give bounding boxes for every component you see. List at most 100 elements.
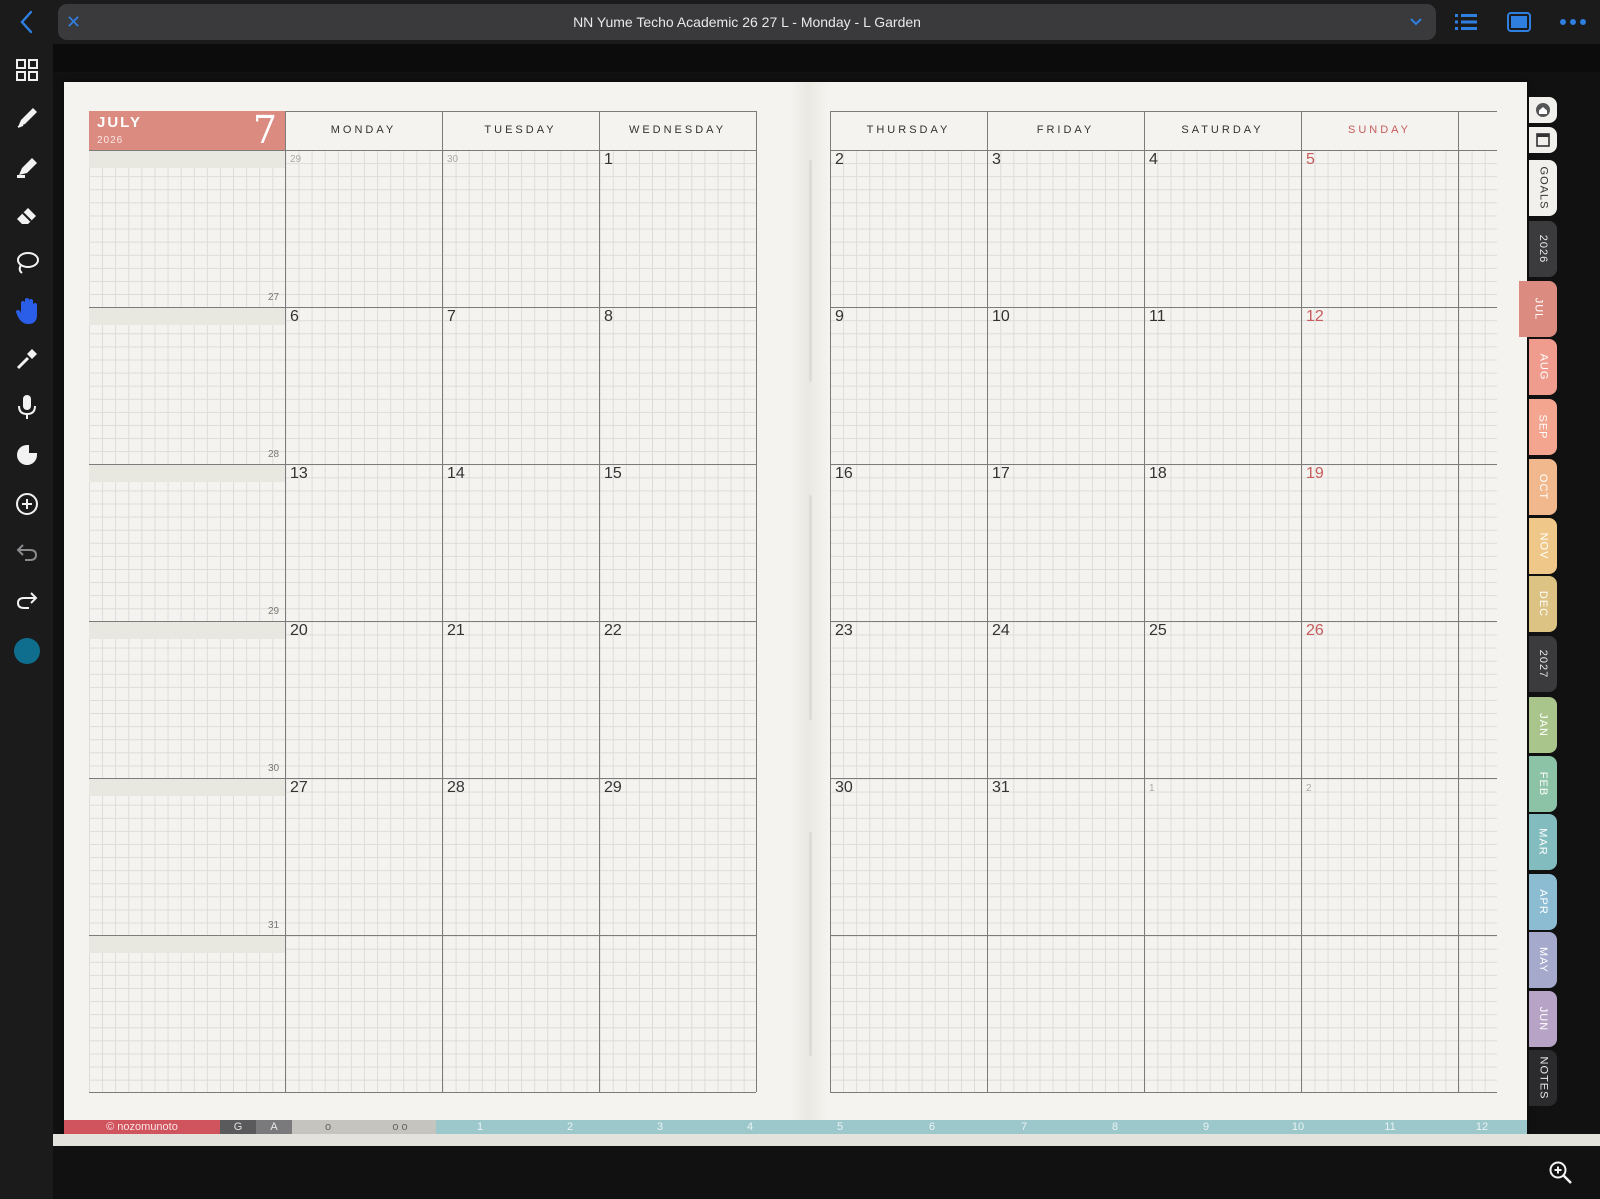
bottom-month-number[interactable]: 10 <box>1288 1120 1308 1134</box>
day-number[interactable]: 31 <box>992 779 1010 797</box>
day-number[interactable]: 30 <box>835 779 853 797</box>
sticker-icon[interactable] <box>10 438 44 472</box>
day-number[interactable]: 11 <box>1149 308 1166 326</box>
grid-line <box>756 111 757 1092</box>
color-dot-icon[interactable] <box>10 634 44 668</box>
day-number[interactable]: 3 <box>992 151 1001 169</box>
eyedropper-icon[interactable] <box>10 342 44 376</box>
side-tab-oct[interactable]: OCT <box>1529 459 1557 515</box>
bottom-month-number[interactable]: 11 <box>1380 1120 1400 1134</box>
add-icon[interactable] <box>10 487 44 521</box>
bottom-month-number[interactable]: 1 <box>470 1120 490 1134</box>
bottom-month-number[interactable]: 12 <box>1472 1120 1492 1134</box>
day-number[interactable]: 16 <box>835 465 853 483</box>
day-number[interactable]: 4 <box>1149 151 1158 169</box>
month-header[interactable]: JULY 2026 7 <box>89 108 285 152</box>
bottom-letter-tab[interactable]: G <box>220 1120 256 1134</box>
document-title-bar[interactable]: ✕ NN Yume Techo Academic 26 27 L - Monda… <box>58 4 1436 40</box>
side-tab-dec[interactable]: DEC <box>1529 576 1557 632</box>
side-tab-goals[interactable]: GOALS <box>1529 160 1557 216</box>
side-tab-jan[interactable]: JAN <box>1529 697 1557 753</box>
week-strip <box>89 935 285 953</box>
day-number[interactable]: 2 <box>835 151 844 169</box>
bottom-month-number[interactable]: 7 <box>1014 1120 1034 1134</box>
side-tab-aug[interactable]: AUG <box>1529 339 1557 395</box>
canvas-top-margin <box>53 44 1600 72</box>
bottom-month-number[interactable]: 2 <box>560 1120 580 1134</box>
highlighter-icon[interactable] <box>10 150 44 184</box>
eraser-icon[interactable] <box>10 198 44 232</box>
pen-icon[interactable] <box>10 101 44 135</box>
day-number[interactable]: 23 <box>835 622 853 640</box>
bottom-month-number[interactable]: 4 <box>740 1120 760 1134</box>
lasso-icon[interactable] <box>10 246 44 280</box>
side-tab-feb[interactable]: FEB <box>1529 756 1557 812</box>
page-view-icon[interactable] <box>1506 10 1532 34</box>
day-number[interactable]: 10 <box>992 308 1010 326</box>
zoom-icon[interactable] <box>1548 1160 1574 1186</box>
week-number: 28 <box>268 449 280 460</box>
side-tab-nov[interactable]: NOV <box>1529 518 1557 574</box>
bottom-month-number[interactable]: 3 <box>650 1120 670 1134</box>
spine-clip <box>809 495 812 720</box>
day-number[interactable]: 30 <box>447 154 458 165</box>
day-number[interactable]: 1 <box>1149 783 1155 794</box>
side-tab-2027[interactable]: 2027 <box>1529 636 1557 692</box>
week-strip <box>89 778 285 796</box>
bottom-index-bar: © nozomunoto G A o o o 1 2 3 4 5 6 7 8 9… <box>64 1120 1527 1134</box>
day-number[interactable]: 29 <box>604 779 622 797</box>
day-number[interactable]: 29 <box>290 154 301 165</box>
side-tab-mar[interactable]: MAR <box>1529 814 1557 870</box>
day-number[interactable]: 14 <box>447 465 465 483</box>
day-number[interactable]: 7 <box>447 308 456 326</box>
bottom-circle-tab[interactable]: o <box>292 1120 364 1134</box>
bottom-letter-tab[interactable]: A <box>256 1120 292 1134</box>
day-number[interactable]: 9 <box>835 308 844 326</box>
thumbnails-icon[interactable] <box>10 53 44 87</box>
day-number[interactable]: 27 <box>290 779 308 797</box>
day-number[interactable]: 18 <box>1149 465 1167 483</box>
bottom-month-number[interactable]: 5 <box>830 1120 850 1134</box>
day-number-sunday[interactable]: 26 <box>1306 622 1324 640</box>
day-number-sunday[interactable]: 19 <box>1306 465 1324 483</box>
side-tab-2026[interactable]: 2026 <box>1529 221 1557 277</box>
side-tab-may[interactable]: MAY <box>1529 932 1557 988</box>
side-tab-jun[interactable]: JUN <box>1529 991 1557 1047</box>
day-number[interactable]: 2 <box>1306 783 1312 794</box>
side-tab-jul[interactable]: JUL <box>1519 281 1557 337</box>
day-number[interactable]: 15 <box>604 465 622 483</box>
microphone-icon[interactable] <box>10 390 44 424</box>
side-tab-sep[interactable]: SEP <box>1529 399 1557 455</box>
more-icon[interactable] <box>1559 10 1586 34</box>
back-chevron-icon[interactable] <box>16 9 38 35</box>
undo-icon[interactable] <box>10 535 44 569</box>
side-tab-label: JAN <box>1537 713 1549 737</box>
day-number[interactable]: 8 <box>604 308 613 326</box>
hand-icon[interactable] <box>10 294 44 328</box>
list-icon[interactable] <box>1453 10 1479 34</box>
day-number[interactable]: 20 <box>290 622 308 640</box>
chevron-down-icon[interactable] <box>1406 4 1426 40</box>
index-tab[interactable] <box>1529 127 1557 153</box>
day-number[interactable]: 25 <box>1149 622 1167 640</box>
day-number[interactable]: 1 <box>604 151 613 169</box>
bottom-month-number[interactable]: 8 <box>1105 1120 1125 1134</box>
grid-line <box>830 111 831 1092</box>
side-tab-label: MAR <box>1536 828 1549 856</box>
day-number[interactable]: 24 <box>992 622 1010 640</box>
day-number[interactable]: 22 <box>604 622 622 640</box>
side-tab-notes[interactable]: NOTES <box>1529 1050 1557 1106</box>
day-number[interactable]: 13 <box>290 465 308 483</box>
bottom-circle-tab[interactable]: o o <box>364 1120 436 1134</box>
day-number[interactable]: 6 <box>290 308 299 326</box>
redo-icon[interactable] <box>10 583 44 617</box>
bottom-month-number[interactable]: 6 <box>922 1120 942 1134</box>
day-number[interactable]: 28 <box>447 779 465 797</box>
day-number-sunday[interactable]: 12 <box>1306 308 1324 326</box>
side-tab-apr[interactable]: APR <box>1529 874 1557 930</box>
home-tab[interactable] <box>1529 97 1557 123</box>
day-number[interactable]: 17 <box>992 465 1010 483</box>
day-number-sunday[interactable]: 5 <box>1306 151 1315 169</box>
bottom-month-number[interactable]: 9 <box>1196 1120 1216 1134</box>
day-number[interactable]: 21 <box>447 622 465 640</box>
